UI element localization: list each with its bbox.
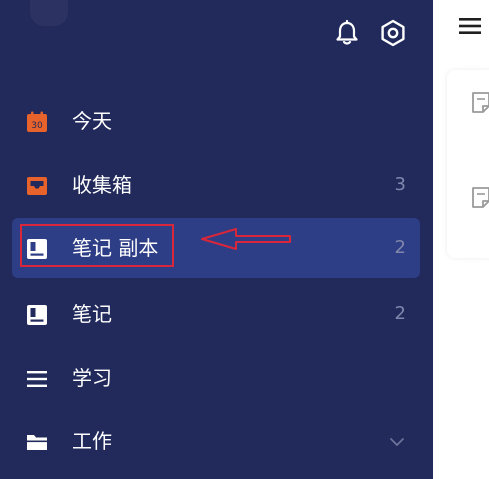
notebook-icon [27, 305, 47, 325]
item-count: 3 [394, 174, 406, 195]
annotation-highlight-box [20, 224, 174, 267]
bell-icon[interactable] [332, 18, 362, 48]
menu-icon[interactable] [458, 15, 482, 37]
sidebar-item-label: 学习 [72, 366, 112, 390]
annotation-arrow-icon [201, 228, 291, 250]
sidebar-item-study[interactable]: 学习 [12, 348, 420, 408]
note-icon[interactable] [471, 91, 489, 113]
sidebar-item-label: 工作 [72, 429, 112, 453]
sidebar-item-label: 笔记 [72, 302, 112, 326]
sidebar-item-notes[interactable]: 笔记 2 [12, 284, 420, 344]
inbox-icon [27, 177, 47, 195]
item-count: 2 [394, 303, 406, 324]
sidebar-item-today[interactable]: 30 今天 [12, 91, 420, 151]
sidebar-item-label: 今天 [72, 109, 112, 133]
list-icon [27, 371, 47, 387]
sidebar-item-work[interactable]: 工作 [12, 411, 420, 471]
sidebar-item-label: 收集箱 [72, 173, 132, 197]
avatar[interactable] [30, 0, 68, 26]
item-count: 2 [394, 237, 406, 258]
calendar-icon: 30 [27, 111, 47, 132]
folder-icon [27, 435, 47, 450]
svg-text:30: 30 [31, 121, 43, 131]
chevron-down-icon[interactable] [388, 433, 406, 451]
sidebar: 30 今天 收集箱 3 笔记 副本 2 笔记 2 学习 工作 [0, 0, 433, 479]
note-icon[interactable] [471, 186, 489, 208]
sidebar-item-inbox[interactable]: 收集箱 3 [12, 155, 420, 215]
gear-icon[interactable] [378, 18, 408, 48]
